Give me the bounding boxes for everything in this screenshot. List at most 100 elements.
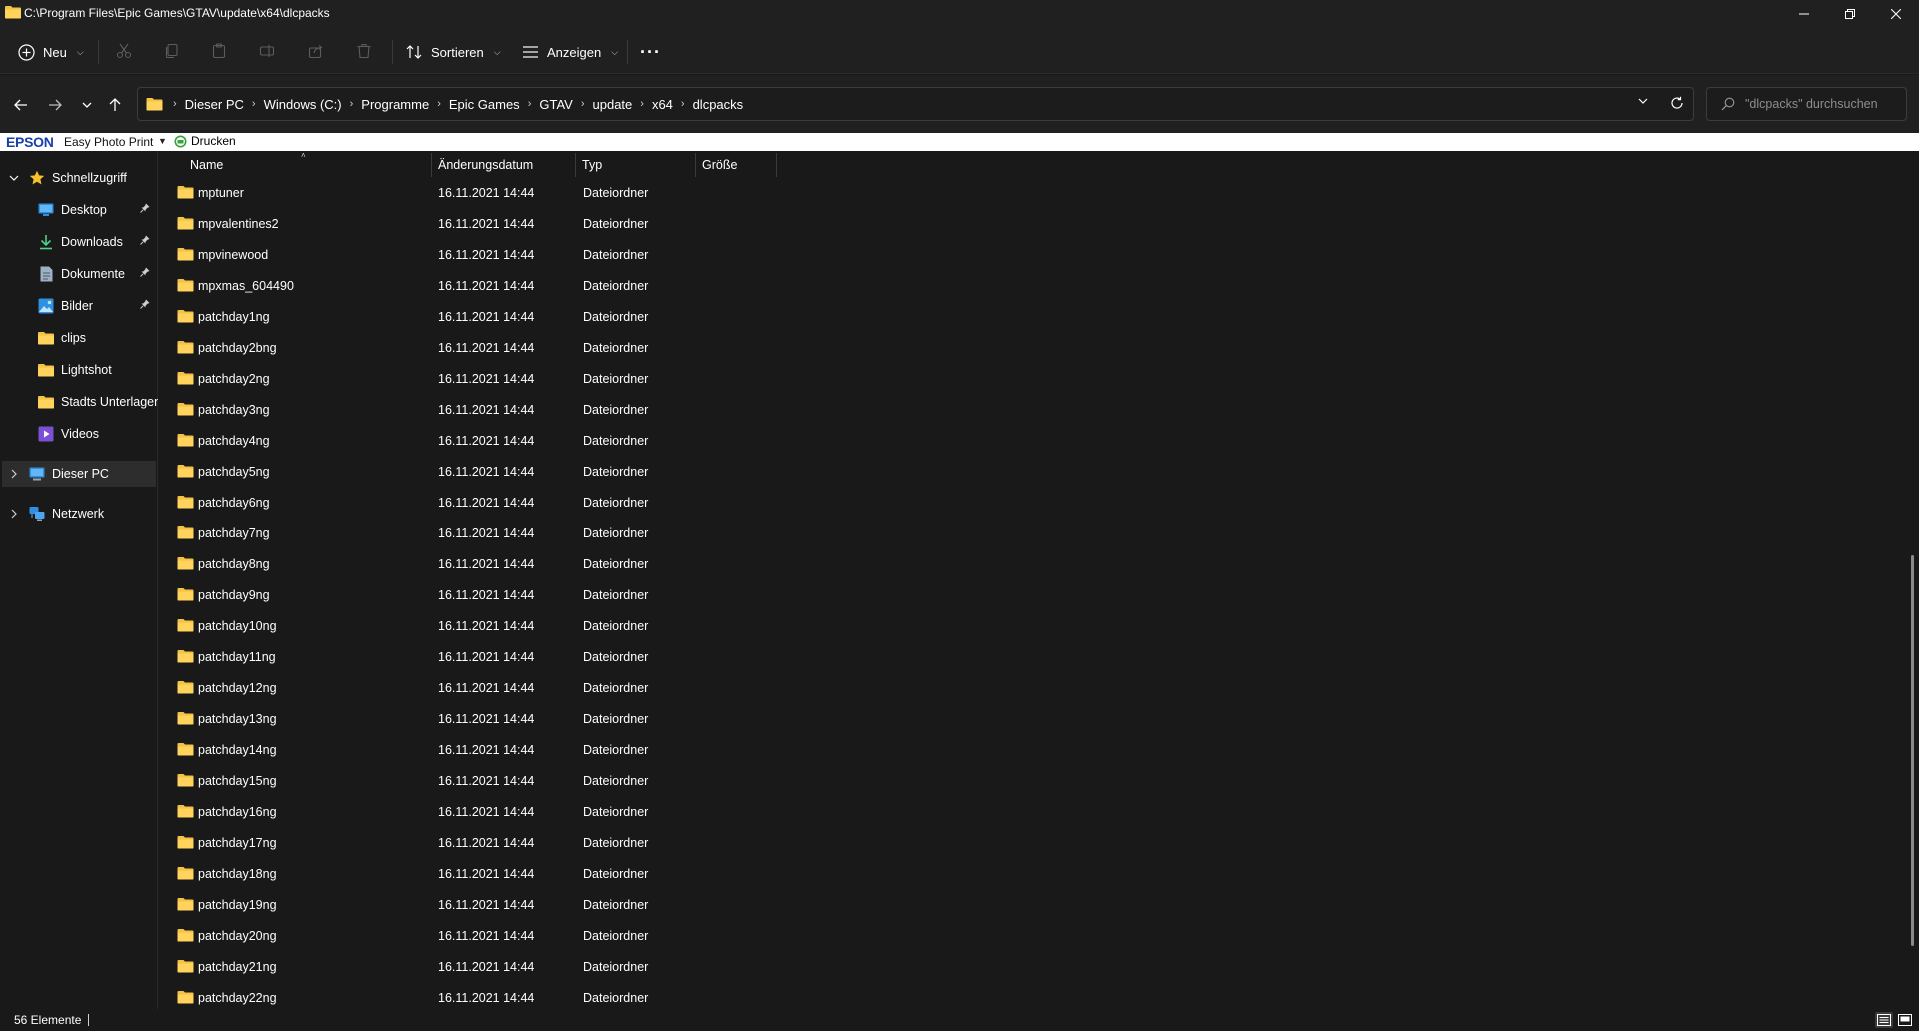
minimize-button[interactable]: [1781, 0, 1827, 28]
breadcrumb-gtav[interactable]: GTAV: [539, 97, 572, 112]
chevron-right-icon[interactable]: ›: [350, 98, 354, 110]
file-row[interactable]: mpvinewood 16.11.2021 14:44 Dateiordner: [159, 240, 779, 271]
chevron-right-icon[interactable]: ›: [581, 98, 585, 110]
nav-item-desktop[interactable]: Desktop: [38, 197, 156, 223]
chevron-right-icon[interactable]: ›: [640, 98, 644, 110]
chevron-right-icon[interactable]: ›: [252, 98, 256, 110]
sort-button[interactable]: Sortieren ⌵: [406, 36, 501, 68]
file-row[interactable]: patchday7ng 16.11.2021 14:44 Dateiordner: [159, 518, 779, 549]
breadcrumb-dlcpacks[interactable]: dlcpacks: [693, 97, 744, 112]
folder-icon: [5, 5, 21, 19]
pin-icon[interactable]: [140, 235, 150, 245]
back-button[interactable]: [8, 93, 34, 117]
chevron-right-icon[interactable]: ›: [437, 98, 441, 110]
file-row[interactable]: patchday12ng 16.11.2021 14:44 Dateiordner: [159, 673, 779, 704]
rename-icon[interactable]: [256, 40, 278, 62]
forward-button[interactable]: [42, 93, 68, 117]
address-bar[interactable]: › Dieser PC › Windows (C:) › Programme ›…: [137, 87, 1694, 121]
up-button[interactable]: [102, 93, 128, 117]
view-button[interactable]: Anzeigen ⌵: [522, 36, 618, 68]
nav-item-videos[interactable]: Videos: [38, 421, 99, 447]
paste-icon[interactable]: [208, 40, 230, 62]
vertical-scrollbar[interactable]: [1911, 555, 1914, 946]
easy-photo-print-button[interactable]: Easy Photo Print: [64, 135, 153, 149]
file-row[interactable]: patchday11ng 16.11.2021 14:44 Dateiordner: [159, 642, 779, 673]
expand-quick-access-chevron-icon[interactable]: [8, 172, 20, 184]
file-type: Dateiordner: [583, 588, 649, 603]
address-history-button[interactable]: [1638, 98, 1648, 105]
breadcrumb-x64[interactable]: x64: [652, 97, 673, 112]
expand-network-chevron-icon[interactable]: [8, 508, 20, 520]
column-header-name[interactable]: Name: [184, 153, 431, 177]
column-header-size[interactable]: Größe: [696, 153, 776, 177]
file-row[interactable]: patchday18ng 16.11.2021 14:44 Dateiordner: [159, 859, 779, 890]
nav-this-pc[interactable]: Dieser PC: [29, 461, 109, 487]
file-row[interactable]: patchday6ng 16.11.2021 14:44 Dateiordner: [159, 488, 779, 519]
breadcrumb-this-pc[interactable]: Dieser PC: [185, 97, 244, 112]
column-header-date[interactable]: Änderungsdatum: [432, 153, 575, 177]
new-button[interactable]: Neu ⌵: [18, 36, 84, 68]
nav-item-documents[interactable]: Dokumente: [38, 261, 156, 287]
file-row[interactable]: patchday8ng 16.11.2021 14:44 Dateiordner: [159, 549, 779, 580]
folder-icon: [177, 464, 194, 478]
details-view-button[interactable]: [1875, 1012, 1893, 1028]
file-row[interactable]: patchday20ng 16.11.2021 14:44 Dateiordner: [159, 921, 779, 952]
file-row[interactable]: patchday19ng 16.11.2021 14:44 Dateiordner: [159, 890, 779, 921]
refresh-button[interactable]: [1670, 96, 1684, 110]
file-row[interactable]: patchday10ng 16.11.2021 14:44 Dateiordner: [159, 611, 779, 642]
file-row[interactable]: patchday2ng 16.11.2021 14:44 Dateiordner: [159, 364, 779, 395]
file-row[interactable]: patchday5ng 16.11.2021 14:44 Dateiordner: [159, 457, 779, 488]
file-row[interactable]: patchday9ng 16.11.2021 14:44 Dateiordner: [159, 580, 779, 611]
column-divider[interactable]: [776, 153, 777, 177]
column-header-type[interactable]: Typ: [576, 153, 695, 177]
expand-this-pc-chevron-icon[interactable]: [8, 468, 20, 480]
file-row[interactable]: mpvalentines2 16.11.2021 14:44 Dateiordner: [159, 209, 779, 240]
refresh-icon: [1671, 96, 1683, 109]
print-button[interactable]: Drucken: [174, 134, 236, 148]
file-row[interactable]: patchday2bng 16.11.2021 14:44 Dateiordner: [159, 333, 779, 364]
cut-icon[interactable]: [113, 40, 135, 62]
file-row[interactable]: patchday21ng 16.11.2021 14:44 Dateiordner: [159, 952, 779, 983]
more-button[interactable]: ···: [640, 36, 661, 68]
share-icon[interactable]: [305, 40, 327, 62]
pin-icon[interactable]: [140, 267, 150, 277]
delete-icon[interactable]: [353, 40, 375, 62]
folder-icon: [177, 247, 194, 261]
nav-item-pictures[interactable]: Bilder: [38, 293, 156, 319]
recent-locations-button[interactable]: [74, 93, 100, 117]
pin-icon[interactable]: [140, 299, 150, 309]
file-row[interactable]: patchday1ng 16.11.2021 14:44 Dateiordner: [159, 302, 779, 333]
breadcrumb-programme[interactable]: Programme: [361, 97, 429, 112]
copy-icon[interactable]: [161, 40, 183, 62]
close-button[interactable]: [1873, 0, 1919, 28]
divider: [392, 40, 393, 64]
nav-item-lightshot[interactable]: Lightshot: [38, 357, 112, 383]
nav-item-stadts-unterlagen[interactable]: Stadts Unterlagen: [38, 389, 158, 415]
file-row[interactable]: patchday17ng 16.11.2021 14:44 Dateiordner: [159, 828, 779, 859]
file-row[interactable]: patchday15ng 16.11.2021 14:44 Dateiordner: [159, 766, 779, 797]
pin-icon[interactable]: [140, 203, 150, 213]
nav-item-downloads[interactable]: Downloads: [38, 229, 156, 255]
nav-item-clips[interactable]: clips: [38, 325, 86, 351]
chevron-right-icon[interactable]: ›: [528, 98, 532, 110]
folder-icon: [177, 185, 194, 199]
file-row[interactable]: patchday3ng 16.11.2021 14:44 Dateiordner: [159, 395, 779, 426]
chevron-right-icon[interactable]: ›: [681, 98, 685, 110]
breadcrumb-update[interactable]: update: [593, 97, 633, 112]
file-row[interactable]: patchday13ng 16.11.2021 14:44 Dateiordner: [159, 704, 779, 735]
breadcrumb-drive-c[interactable]: Windows (C:): [264, 97, 342, 112]
restore-button[interactable]: [1827, 0, 1873, 28]
file-row[interactable]: patchday14ng 16.11.2021 14:44 Dateiordner: [159, 735, 779, 766]
file-row[interactable]: patchday4ng 16.11.2021 14:44 Dateiordner: [159, 426, 779, 457]
breadcrumb-epic-games[interactable]: Epic Games: [449, 97, 520, 112]
search-input[interactable]: [1745, 95, 1900, 113]
large-icons-view-button[interactable]: [1896, 1012, 1914, 1028]
nav-network[interactable]: Netzwerk: [29, 501, 104, 527]
nav-quick-access[interactable]: Schnellzugriff: [29, 165, 127, 191]
file-row[interactable]: mptuner 16.11.2021 14:44 Dateiordner: [159, 178, 779, 209]
file-row[interactable]: patchday22ng 16.11.2021 14:44 Dateiordner: [159, 983, 779, 1009]
file-row[interactable]: patchday16ng 16.11.2021 14:44 Dateiordner: [159, 797, 779, 828]
dropdown-arrow-icon[interactable]: ▼: [158, 136, 167, 146]
file-row[interactable]: mpxmas_604490 16.11.2021 14:44 Dateiordner: [159, 271, 779, 302]
search-box[interactable]: [1706, 87, 1907, 121]
